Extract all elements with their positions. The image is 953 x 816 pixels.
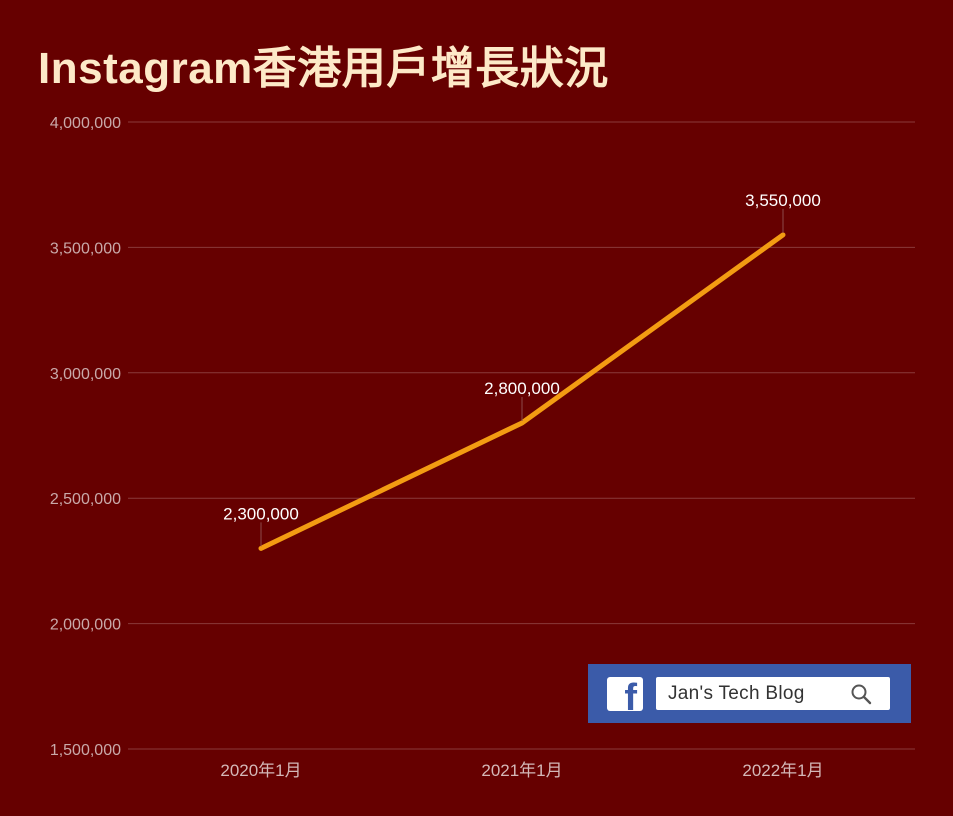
gridlines bbox=[128, 121, 915, 750]
y-tick-label: 4,000,000 bbox=[50, 115, 121, 132]
facebook-search-box[interactable]: Jan's Tech Blog bbox=[656, 677, 890, 710]
x-tick-label: 2022年1月 bbox=[742, 761, 823, 780]
y-tick-label: 3,000,000 bbox=[50, 366, 121, 383]
data-labels: 2,300,000 2,800,000 3,550,000 bbox=[223, 191, 821, 547]
data-label: 2,300,000 bbox=[223, 504, 299, 523]
y-tick-label: 2,000,000 bbox=[50, 617, 121, 634]
data-label: 2,800,000 bbox=[484, 379, 560, 398]
facebook-logo-letter: f bbox=[624, 677, 637, 711]
data-label: 3,550,000 bbox=[745, 191, 821, 210]
x-tick-label: 2021年1月 bbox=[481, 761, 562, 780]
facebook-badge[interactable]: f Jan's Tech Blog bbox=[588, 664, 911, 723]
search-icon bbox=[851, 684, 872, 705]
y-tick-label: 1,500,000 bbox=[50, 742, 121, 759]
y-tick-label: 3,500,000 bbox=[50, 240, 121, 257]
x-axis-ticks: 2020年1月 2021年1月 2022年1月 bbox=[220, 761, 823, 780]
search-text: Jan's Tech Blog bbox=[668, 683, 805, 704]
facebook-icon: f bbox=[607, 677, 643, 711]
y-tick-label: 2,500,000 bbox=[50, 491, 121, 508]
x-tick-label: 2020年1月 bbox=[220, 761, 301, 780]
y-axis-ticks: 1,500,000 2,000,000 2,500,000 3,000,000 3,50… bbox=[50, 115, 121, 759]
